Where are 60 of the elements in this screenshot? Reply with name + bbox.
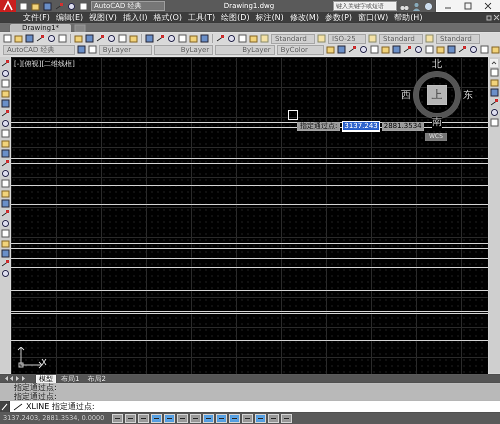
menu-item[interactable]: 格式(O) — [150, 12, 186, 23]
menu-item[interactable]: 参数(P) — [322, 12, 356, 23]
menu-item[interactable]: 视图(V) — [86, 12, 120, 23]
status-toggle-icon[interactable] — [255, 414, 266, 422]
menu-item[interactable]: 插入(I) — [120, 12, 150, 23]
status-toggle-icon[interactable] — [281, 414, 292, 422]
status-toggle-icon[interactable] — [229, 414, 240, 422]
viewcube-face[interactable]: 上 — [427, 85, 447, 105]
compass-direction[interactable]: 北 — [432, 59, 442, 70]
status-toggle-icon[interactable] — [203, 414, 214, 422]
tool-icon[interactable] — [490, 98, 498, 107]
status-toggle-icon[interactable] — [151, 414, 162, 422]
tool-icon[interactable] — [216, 34, 225, 43]
tool-icon[interactable] — [36, 34, 45, 43]
status-toggle-icon[interactable] — [242, 414, 254, 422]
status-toggle-icon[interactable] — [125, 414, 136, 422]
app-logo-icon[interactable] — [0, 0, 16, 12]
pickbox-icon — [288, 110, 298, 120]
help-icon[interactable] — [424, 2, 433, 10]
maximize-icon[interactable] — [464, 2, 472, 10]
menu-item[interactable]: 工具(T) — [185, 12, 218, 23]
status-toggle-icon[interactable] — [268, 414, 280, 422]
status-toggle-icon[interactable] — [177, 414, 188, 422]
menu-item[interactable]: 帮助(H) — [391, 12, 426, 23]
compass-direction[interactable]: 南 — [432, 117, 442, 128]
tool-icon[interactable] — [1, 159, 10, 168]
command-history-line: 指定通过点: — [14, 383, 58, 392]
tool-icon[interactable] — [348, 45, 357, 54]
status-toggle-icon[interactable] — [216, 414, 228, 422]
style-icon[interactable] — [260, 34, 269, 43]
compass-direction[interactable]: 西 — [401, 90, 411, 101]
menu-item[interactable]: 绘图(D) — [218, 12, 253, 23]
tool-icon[interactable] — [458, 45, 467, 54]
command-line-icon — [13, 402, 23, 410]
tool-icon[interactable] — [1, 259, 10, 268]
command-prompt[interactable]: XLINE 指定通过点: — [26, 401, 95, 412]
status-toggle-icon[interactable] — [138, 414, 150, 422]
tool-icon[interactable] — [156, 34, 165, 43]
style-icon[interactable] — [317, 34, 326, 43]
close-icon[interactable] — [484, 2, 492, 10]
tool-icon[interactable] — [1, 59, 10, 68]
menu-item[interactable]: 标注(N) — [252, 12, 287, 23]
status-toggle-icon[interactable] — [190, 414, 202, 422]
status-toggle-icon[interactable] — [164, 414, 176, 422]
menu-item[interactable]: 窗口(W) — [355, 12, 392, 23]
ucs-icon — [17, 347, 47, 369]
tool-icon[interactable] — [403, 45, 412, 54]
status-toggle-icon[interactable] — [112, 414, 124, 422]
tool-icon[interactable] — [1, 209, 10, 218]
command-history-line: 指定通过点: — [14, 392, 58, 401]
scroll-up-icon[interactable] — [490, 59, 498, 67]
tool-icon[interactable] — [1, 109, 10, 118]
menu-item[interactable]: 修改(M) — [286, 12, 322, 23]
tool-icon[interactable] — [1, 269, 10, 278]
tool-icon[interactable] — [96, 34, 105, 43]
menu-item[interactable]: 文件(F) — [20, 12, 53, 23]
compass-direction[interactable]: 东 — [463, 90, 473, 101]
menu-item[interactable]: 编辑(E) — [52, 12, 86, 23]
restore-icon[interactable] — [486, 14, 500, 22]
user-icon[interactable] — [412, 2, 421, 10]
